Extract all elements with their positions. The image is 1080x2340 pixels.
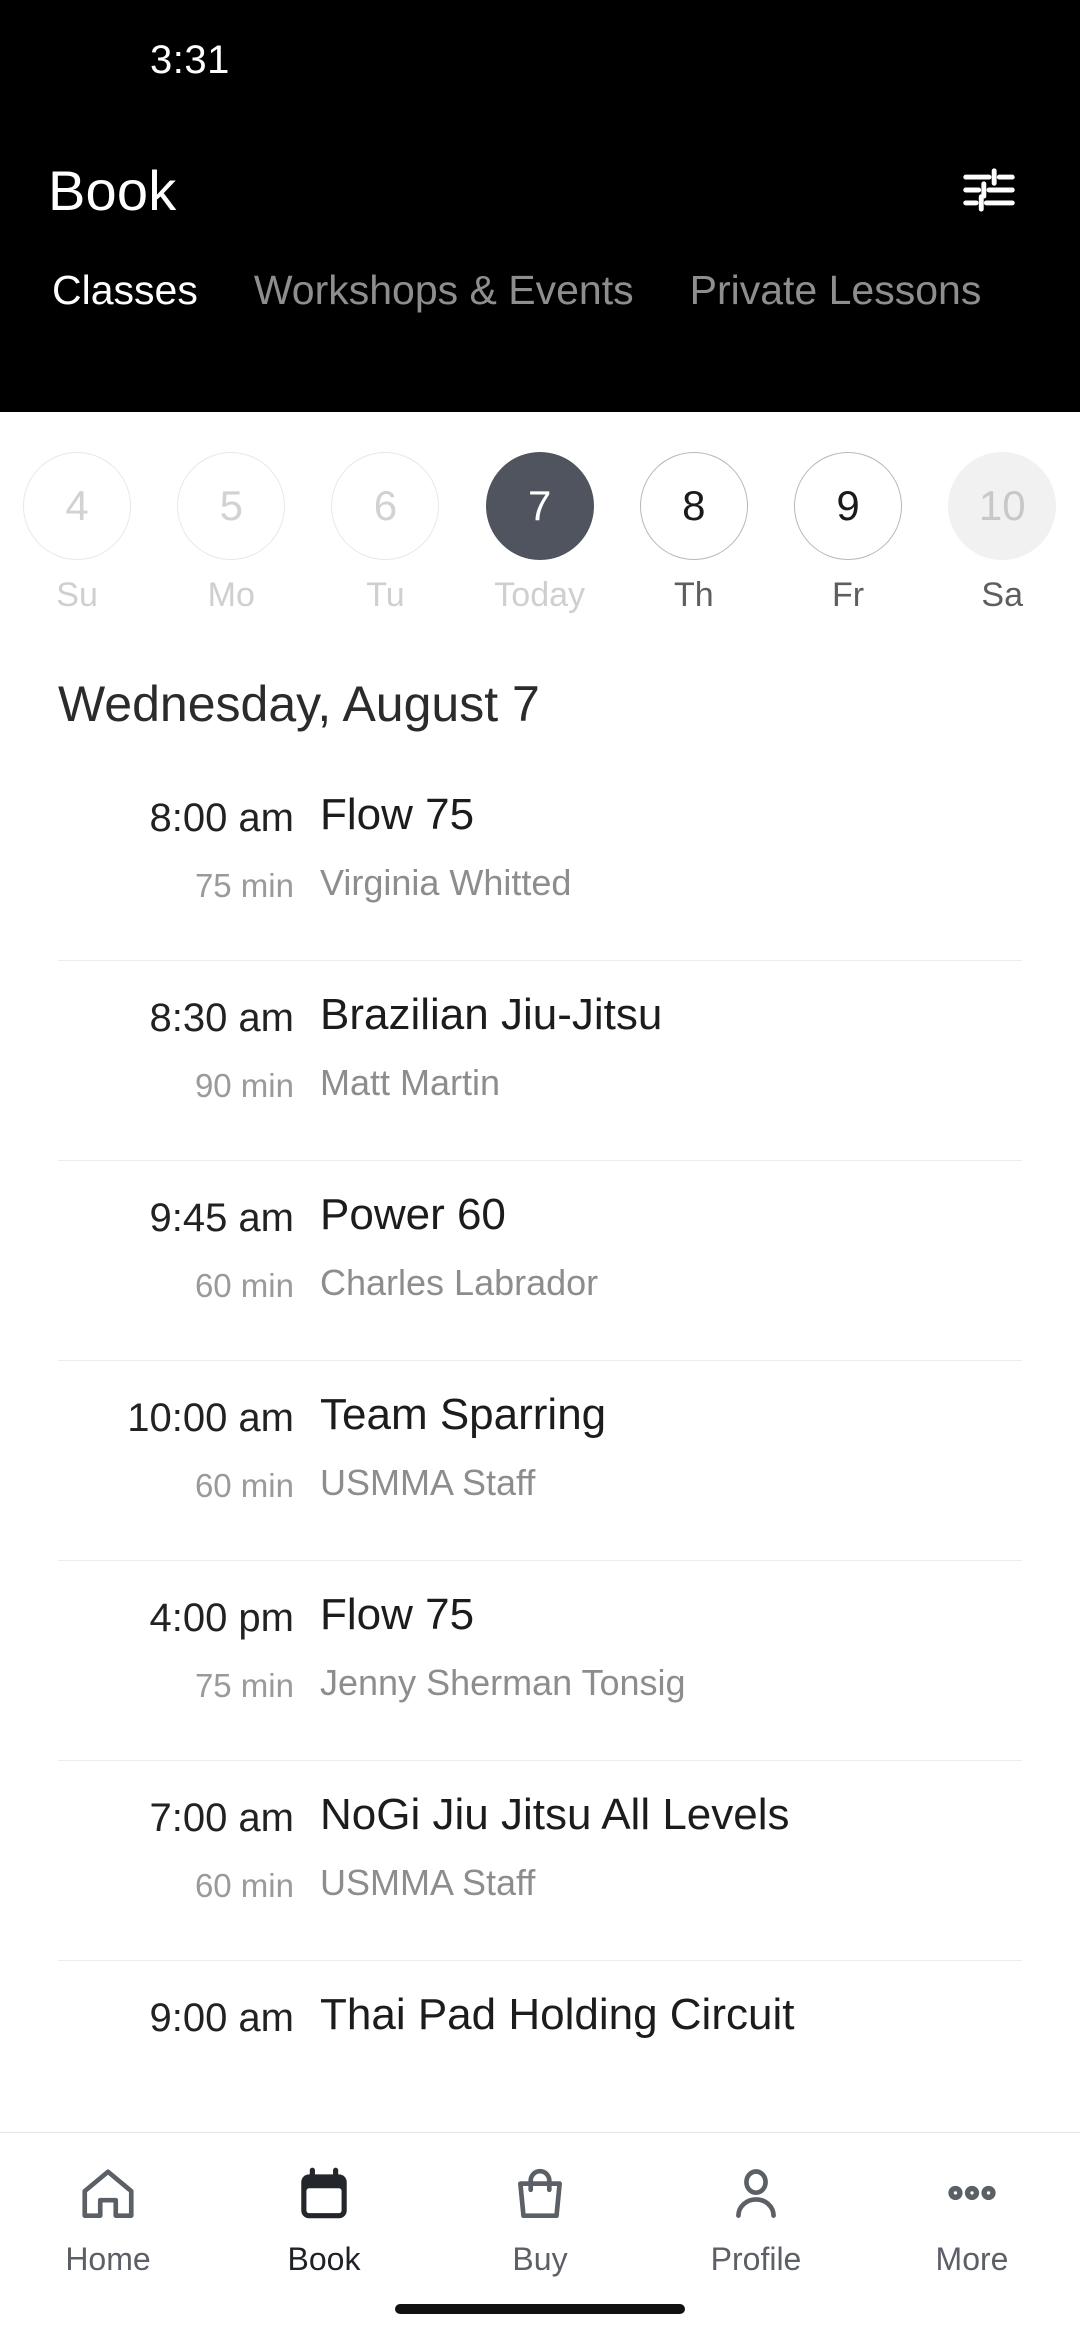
class-list-item[interactable]: 7:00 am 60 min NoGi Jiu Jitsu All Levels… <box>58 1761 1022 1961</box>
home-icon <box>77 2159 139 2231</box>
class-info-column: Brazilian Jiu-Jitsu Matt Martin <box>320 989 1022 1104</box>
class-list-item[interactable]: 10:00 am 60 min Team Sparring USMMA Staf… <box>58 1361 1022 1561</box>
person-icon <box>725 2159 787 2231</box>
class-instructor: Matt Martin <box>320 1061 501 1103</box>
status-time: 3:31 <box>150 37 230 82</box>
date-chip-8[interactable]: 8 Th <box>617 452 771 615</box>
class-list-item[interactable]: 4:00 pm 75 min Flow 75 Jenny Sherman Ton… <box>58 1561 1022 1761</box>
nav-label: Profile <box>710 2241 802 2277</box>
nav-label: Home <box>65 2241 151 2277</box>
date-number: 8 <box>639 452 748 560</box>
nav-label: Book <box>287 2241 361 2277</box>
class-instructor: Charles Labrador <box>320 1261 599 1303</box>
date-chip-7-today[interactable]: 7 Today <box>463 452 617 615</box>
date-chip-10[interactable]: 10 Sa <box>925 452 1079 615</box>
date-weekday: Fr <box>831 576 865 614</box>
top-header: 3:31 Book Classes Workshops & Events Pri… <box>0 0 1080 412</box>
class-time-column: 7:00 am 60 min <box>58 1789 320 1905</box>
date-strip[interactable]: 4 Su 5 Mo 6 Tu 7 Today 8 Th 9 Fr 10 Sa <box>0 412 1080 633</box>
date-number: 7 <box>485 452 594 560</box>
class-list-item[interactable]: 9:00 am Thai Pad Holding Circuit <box>58 1961 1022 2161</box>
class-duration: 60 min <box>194 1867 294 1904</box>
nav-item-book[interactable]: Book <box>216 2159 432 2278</box>
class-start-time: 10:00 am <box>127 1396 294 1440</box>
nav-label: More <box>935 2241 1009 2277</box>
class-duration: 60 min <box>194 1467 294 1504</box>
tab-classes[interactable]: Classes <box>24 260 226 313</box>
bottom-navigation: Home Book Buy Profile More <box>0 2132 1080 2340</box>
date-weekday: Sa <box>981 576 1024 614</box>
date-number: 5 <box>177 452 286 560</box>
class-duration: 60 min <box>194 1267 294 1304</box>
class-name: Flow 75 <box>320 790 475 839</box>
class-info-column: Flow 75 Virginia Whitted <box>320 789 1022 904</box>
class-time-column: 8:30 am 90 min <box>58 989 320 1105</box>
class-start-time: 8:30 am <box>149 996 294 1040</box>
calendar-icon <box>293 2159 355 2231</box>
date-weekday: Th <box>674 576 714 614</box>
nav-label: Buy <box>512 2241 568 2277</box>
class-duration: 90 min <box>194 1067 294 1104</box>
class-duration: 75 min <box>194 1667 294 1704</box>
date-chip-6[interactable]: 6 Tu <box>308 452 462 615</box>
class-info-column: Team Sparring USMMA Staff <box>320 1389 1022 1504</box>
class-time-column: 9:45 am 60 min <box>58 1189 320 1305</box>
class-name: Brazilian Jiu-Jitsu <box>320 990 663 1039</box>
tab-workshops-events[interactable]: Workshops & Events <box>226 260 662 313</box>
nav-item-profile[interactable]: Profile <box>648 2159 864 2278</box>
class-info-column: Thai Pad Holding Circuit <box>320 1989 1022 2062</box>
class-start-time: 7:00 am <box>149 1796 294 1840</box>
class-name: NoGi Jiu Jitsu All Levels <box>320 1790 790 1839</box>
date-chip-9[interactable]: 9 Fr <box>771 452 925 615</box>
date-weekday: Mo <box>207 576 255 614</box>
class-list: 8:00 am 75 min Flow 75 Virginia Whitted … <box>0 761 1080 2340</box>
title-bar: Book <box>0 120 1080 260</box>
tab-bar[interactable]: Classes Workshops & Events Private Lesso… <box>0 260 1080 380</box>
home-indicator <box>395 2304 685 2314</box>
class-info-column: NoGi Jiu Jitsu All Levels USMMA Staff <box>320 1789 1022 1904</box>
class-start-time: 9:45 am <box>149 1196 294 1240</box>
class-start-time: 8:00 am <box>149 796 294 840</box>
date-number: 6 <box>331 452 440 560</box>
sliders-filter-icon[interactable] <box>946 147 1032 233</box>
date-number: 4 <box>23 452 132 560</box>
ellipsis-icon <box>941 2159 1003 2231</box>
class-list-item[interactable]: 8:30 am 90 min Brazilian Jiu-Jitsu Matt … <box>58 961 1022 1161</box>
bag-icon <box>509 2159 571 2231</box>
class-name: Power 60 <box>320 1190 506 1239</box>
class-instructor: Jenny Sherman Tonsig <box>320 1661 686 1703</box>
class-start-time: 9:00 am <box>149 1996 294 2040</box>
date-weekday: Su <box>56 576 98 614</box>
class-instructor: Virginia Whitted <box>320 861 572 903</box>
class-list-item[interactable]: 9:45 am 60 min Power 60 Charles Labrador <box>58 1161 1022 1361</box>
class-duration: 75 min <box>194 867 294 904</box>
date-number: 10 <box>948 452 1057 560</box>
date-weekday: Today <box>494 576 586 614</box>
class-instructor: USMMA Staff <box>320 1861 536 1903</box>
tab-private-lessons[interactable]: Private Lessons <box>662 260 1010 313</box>
class-info-column: Power 60 Charles Labrador <box>320 1189 1022 1304</box>
class-name: Thai Pad Holding Circuit <box>320 1990 795 2039</box>
class-name: Team Sparring <box>320 1390 607 1439</box>
app-root: 3:31 Book Classes Workshops & Events Pri… <box>0 0 1080 2340</box>
selected-date-heading: Wednesday, August 7 <box>58 676 540 732</box>
class-time-column: 8:00 am 75 min <box>58 789 320 905</box>
date-chip-5[interactable]: 5 Mo <box>154 452 308 615</box>
nav-item-home[interactable]: Home <box>0 2159 216 2278</box>
class-name: Flow 75 <box>320 1590 475 1639</box>
date-chip-4[interactable]: 4 Su <box>0 452 154 615</box>
class-time-column: 4:00 pm 75 min <box>58 1589 320 1705</box>
class-start-time: 4:00 pm <box>149 1596 294 1640</box>
class-list-item[interactable]: 8:00 am 75 min Flow 75 Virginia Whitted <box>58 761 1022 961</box>
nav-item-more[interactable]: More <box>864 2159 1080 2278</box>
class-time-column: 9:00 am <box>58 1989 320 2067</box>
nav-item-buy[interactable]: Buy <box>432 2159 648 2278</box>
page-title: Book <box>48 158 177 222</box>
status-bar: 3:31 <box>0 0 1080 120</box>
date-weekday: Tu <box>366 576 405 614</box>
class-info-column: Flow 75 Jenny Sherman Tonsig <box>320 1589 1022 1704</box>
class-instructor: USMMA Staff <box>320 1461 536 1503</box>
date-number: 9 <box>794 452 903 560</box>
class-time-column: 10:00 am 60 min <box>58 1389 320 1505</box>
